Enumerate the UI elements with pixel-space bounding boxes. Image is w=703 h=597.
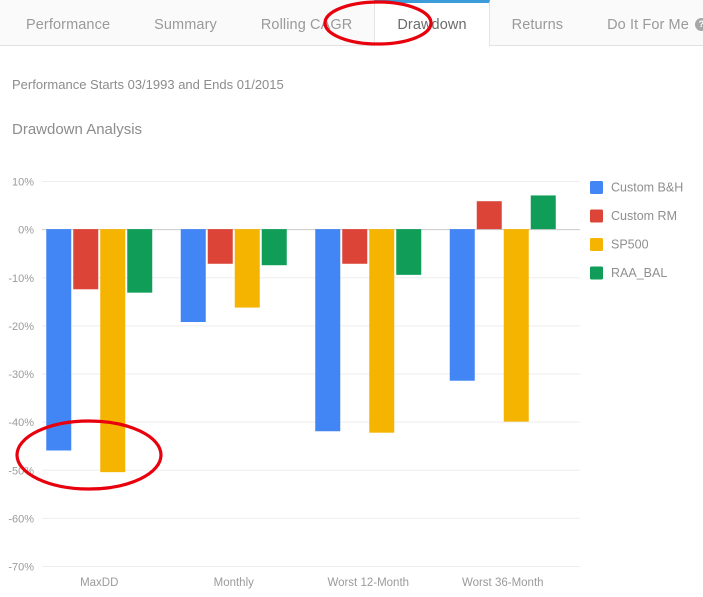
y-axis-tick-label: -40% xyxy=(8,417,34,429)
y-axis-tick-label: 0% xyxy=(18,225,34,237)
bar-monthly-raa-bal[interactable] xyxy=(261,229,287,266)
tab-label: Performance xyxy=(26,16,111,33)
x-axis-tick-label: Worst 12-Month xyxy=(327,577,409,589)
help-icon[interactable]: ? xyxy=(694,18,703,31)
y-axis-tick-label: -10% xyxy=(8,273,34,285)
y-axis-tick-label: -50% xyxy=(8,465,34,477)
bar-worst-36-month-custom-rm[interactable] xyxy=(476,201,502,230)
bar-worst-12-month-custom-b-h[interactable] xyxy=(315,229,341,432)
y-axis-tick-label: -20% xyxy=(8,321,34,333)
tab-list: Performance Summary Rolling CAGR Drawdown Re… xyxy=(0,0,703,47)
bar-maxdd-custom-b-h[interactable] xyxy=(46,229,72,451)
tab-bar: Performance Summary Rolling CAGR Drawdown Re… xyxy=(0,0,703,47)
y-axis-tick-label: -60% xyxy=(8,513,34,525)
tab-do-it-for-me[interactable]: Do It For Me? xyxy=(585,0,703,46)
performance-range-text: Performance Starts 03/1993 and Ends 01/2… xyxy=(12,77,284,92)
drawdown-chart: 10% 0% -10% -20% -30% -40% -50% -60% -70% MaxDD Mo… xyxy=(0,150,703,597)
legend-label: SP500 xyxy=(611,237,649,251)
tab-label: Drawdown xyxy=(397,16,467,33)
tab-summary[interactable]: Summary xyxy=(132,0,239,46)
x-axis-tick-label: Worst 36-Month xyxy=(462,577,544,589)
bar-maxdd-raa-bal[interactable] xyxy=(127,229,153,293)
x-axis-tick-label: Monthly xyxy=(214,577,255,589)
bar-worst-36-month-custom-b-h[interactable] xyxy=(449,229,475,381)
legend-label: RAA_BAL xyxy=(611,266,667,280)
x-axis-tick-label: MaxDD xyxy=(80,577,118,589)
bar-worst-12-month-sp500[interactable] xyxy=(369,229,395,433)
legend-label: Custom RM xyxy=(611,209,677,223)
tab-performance[interactable]: Performance xyxy=(0,0,132,46)
legend-swatch-custom-rm[interactable] xyxy=(590,209,603,223)
bar-worst-12-month-custom-rm[interactable] xyxy=(342,229,368,264)
bar-worst-36-month-raa-bal[interactable] xyxy=(530,195,556,230)
bar-worst-12-month-raa-bal[interactable] xyxy=(396,229,422,275)
legend-swatch-custom-b-h[interactable] xyxy=(590,181,603,194)
bar-monthly-custom-b-h[interactable] xyxy=(180,229,206,323)
tab-label: Do It For Me xyxy=(607,16,689,33)
tab-rolling-cagr[interactable]: Rolling CAGR xyxy=(239,0,374,46)
legend-label: Custom B&H xyxy=(611,180,683,194)
y-axis-tick-label: 10% xyxy=(12,177,34,189)
bar-maxdd-sp500[interactable] xyxy=(100,229,126,473)
chart-canvas: 10% 0% -10% -20% -30% -40% -50% -60% -70% MaxDD Mo… xyxy=(8,177,683,590)
tab-label: Rolling CAGR xyxy=(260,16,353,33)
y-axis-tick-label: -30% xyxy=(8,369,34,381)
tab-drawdown[interactable]: Drawdown xyxy=(374,0,490,47)
tab-returns[interactable]: Returns xyxy=(490,0,585,46)
bar-monthly-custom-rm[interactable] xyxy=(207,229,233,264)
bar-maxdd-custom-rm[interactable] xyxy=(73,229,99,290)
bar-worst-36-month-sp500[interactable] xyxy=(503,229,529,422)
y-axis-tick-label: -70% xyxy=(8,562,34,574)
tab-label: Summary xyxy=(154,16,217,33)
bar-monthly-sp500[interactable] xyxy=(234,229,260,308)
legend-swatch-sp500[interactable] xyxy=(590,238,603,251)
tab-label: Returns xyxy=(511,16,564,33)
legend-swatch-raa-bal[interactable] xyxy=(590,266,603,280)
chart-title: Drawdown Analysis xyxy=(12,121,143,138)
